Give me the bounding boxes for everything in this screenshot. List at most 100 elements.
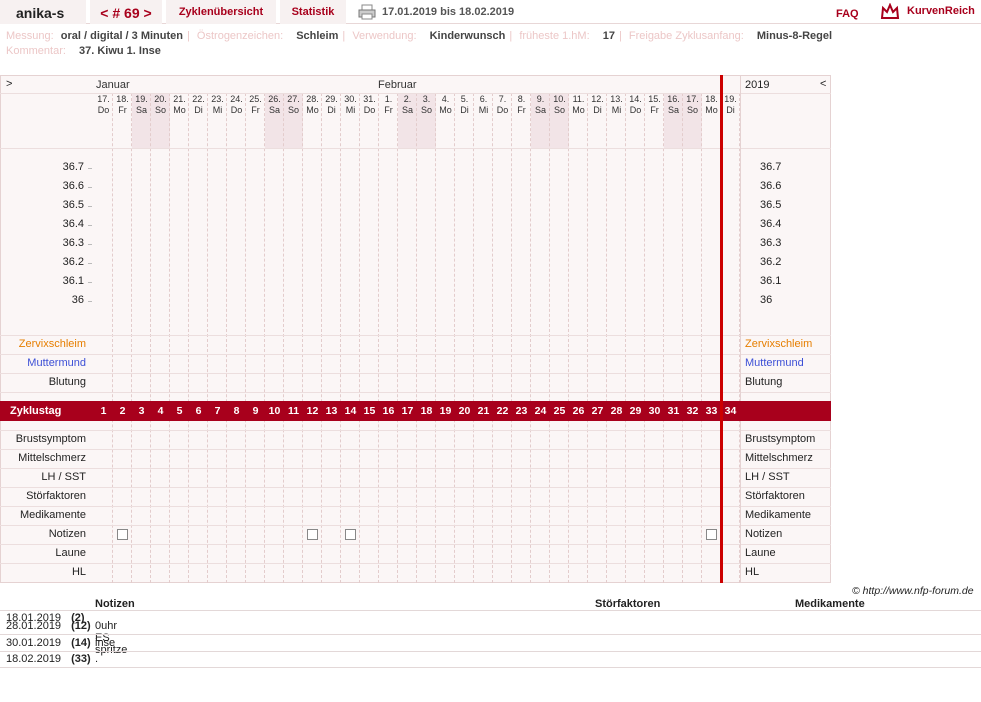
zyklustag-number: 14 — [344, 405, 357, 417]
day-header: 19. Sa — [135, 94, 148, 115]
temp-label-left: 36.6 — [62, 180, 84, 192]
zyklustag-number: 10 — [268, 405, 281, 417]
grid-row-line — [0, 373, 831, 374]
right-label-divider — [740, 75, 741, 583]
temp-label-right: 36.1 — [760, 275, 782, 287]
chart-prev-button[interactable]: > — [6, 78, 12, 90]
table-row: 18.02.2019 (33). — [6, 653, 98, 665]
day-header: 25. Fr — [249, 94, 262, 115]
table-header-medikamente: Medikamente — [795, 598, 865, 610]
day-header: 17. So — [686, 94, 699, 115]
day-header: 8. Fr — [517, 94, 526, 115]
temp-label-left: 36.5 — [62, 199, 84, 211]
value-messung: oral / digital / 3 Minuten — [60, 30, 183, 42]
temp-tick — [88, 187, 92, 188]
zyklustag-label: Zyklustag — [10, 405, 62, 417]
zyklustag-number: 31 — [667, 405, 680, 417]
logo-text[interactable]: KurvenReich — [907, 5, 975, 17]
row-label-zervixschleim: Zervixschleim — [18, 338, 86, 350]
row-cycle-day: (33) — [71, 653, 91, 665]
row-label-right-zervixschleim: Zervixschleim — [745, 338, 813, 350]
zyklustag-number: 2 — [119, 405, 126, 417]
temp-label-right: 36 — [760, 294, 773, 306]
zyklustag-number: 29 — [629, 405, 642, 417]
tab-statistics[interactable]: Statistik — [280, 0, 346, 24]
row-label-muttermund: Muttermund — [27, 357, 86, 369]
day-column-line — [644, 93, 645, 583]
day-header: 5. Di — [460, 94, 469, 115]
value-freigabe: Minus-8-Regel — [756, 30, 833, 42]
date-range: 17.01.2019 bis 18.02.2019 — [382, 6, 515, 18]
day-header: 22. Di — [192, 94, 205, 115]
day-header: 27. So — [287, 94, 300, 115]
day-column-line — [454, 93, 455, 583]
value-frueheste: 17 — [602, 30, 615, 42]
zyklustag-number: 9 — [252, 405, 259, 417]
day-header: 4. Mo — [439, 94, 452, 115]
temp-label-right: 36.6 — [760, 180, 782, 192]
top-bar: anika-s < # 69 > Zyklenübersicht Statist… — [0, 0, 981, 24]
day-header: 18. Mo — [705, 94, 718, 115]
meta-line-2: Kommentar: 37. Kiwu 1. Inse — [6, 45, 161, 57]
cycle-navigator[interactable]: < # 69 > — [90, 0, 162, 24]
day-column-line — [188, 93, 189, 583]
row-label-right-hl: HL — [745, 566, 760, 578]
zyklustag-number: 22 — [496, 405, 509, 417]
temp-label-right: 36.4 — [760, 218, 782, 230]
day-column-line — [701, 93, 702, 583]
faq-link[interactable]: FAQ — [836, 8, 859, 20]
row-label-mittelschmerz: Mittelschmerz — [18, 452, 86, 464]
note-icon[interactable] — [307, 529, 318, 540]
table-row-divider — [0, 634, 981, 635]
temp-tick — [88, 206, 92, 207]
day-header: 18. Fr — [116, 94, 129, 115]
temp-label-right: 36.2 — [760, 256, 782, 268]
note-icon[interactable] — [706, 529, 717, 540]
day-header: 28. Mo — [306, 94, 319, 115]
row-label-right-muttermund: Muttermund — [745, 357, 804, 369]
zyklustag-number: 20 — [458, 405, 471, 417]
day-column-line — [625, 93, 626, 583]
day-header: 17. Do — [97, 94, 110, 115]
temp-tick — [88, 301, 92, 302]
row-label-right-laune: Laune — [745, 547, 776, 559]
row-note: . — [95, 653, 99, 665]
label-kommentar: Kommentar: — [6, 45, 66, 57]
temp-label-left: 36.2 — [62, 256, 84, 268]
day-header: 12. Di — [591, 94, 604, 115]
row-label-right-medikamente: Medikamente — [745, 509, 812, 521]
temp-label-right: 36.7 — [760, 161, 782, 173]
day-column-line — [359, 93, 360, 583]
zyklustag-number: 33 — [705, 405, 718, 417]
printer-icon[interactable] — [358, 4, 376, 20]
crown-logo-icon[interactable] — [880, 3, 900, 21]
zyklustag-number: 16 — [382, 405, 395, 417]
temp-label-left: 36.4 — [62, 218, 84, 230]
row-date: 28.01.2019 — [6, 620, 62, 632]
day-column-line — [473, 93, 474, 583]
zyklustag-number: 32 — [686, 405, 699, 417]
day-column-line — [302, 93, 303, 583]
label-oestrogen: Östrogenzeichen: — [196, 30, 284, 42]
day-header: 30. Mi — [344, 94, 357, 115]
chart-next-button[interactable]: < — [820, 78, 826, 90]
note-icon[interactable] — [117, 529, 128, 540]
row-label-störfaktoren: Störfaktoren — [26, 490, 86, 502]
note-icon[interactable] — [345, 529, 356, 540]
day-column-line — [397, 93, 398, 583]
grid-row-line — [0, 563, 831, 564]
day-column-line — [435, 93, 436, 583]
temp-label-left: 36.7 — [62, 161, 84, 173]
tab-cycle-overview[interactable]: Zyklenübersicht — [166, 0, 276, 24]
day-header: 16. Sa — [667, 94, 680, 115]
row-label-lh-sst: LH / SST — [41, 471, 86, 483]
day-header: 11. Mo — [572, 94, 585, 115]
day-header: 24. Do — [230, 94, 243, 115]
grid-row-line — [0, 148, 831, 149]
zyklustag-number: 11 — [287, 405, 300, 417]
row-label-laune: Laune — [55, 547, 86, 559]
zyklustag-number: 18 — [420, 405, 433, 417]
day-header: 1. Fr — [384, 94, 393, 115]
today-line — [720, 75, 723, 583]
grid-row-line — [0, 544, 831, 545]
